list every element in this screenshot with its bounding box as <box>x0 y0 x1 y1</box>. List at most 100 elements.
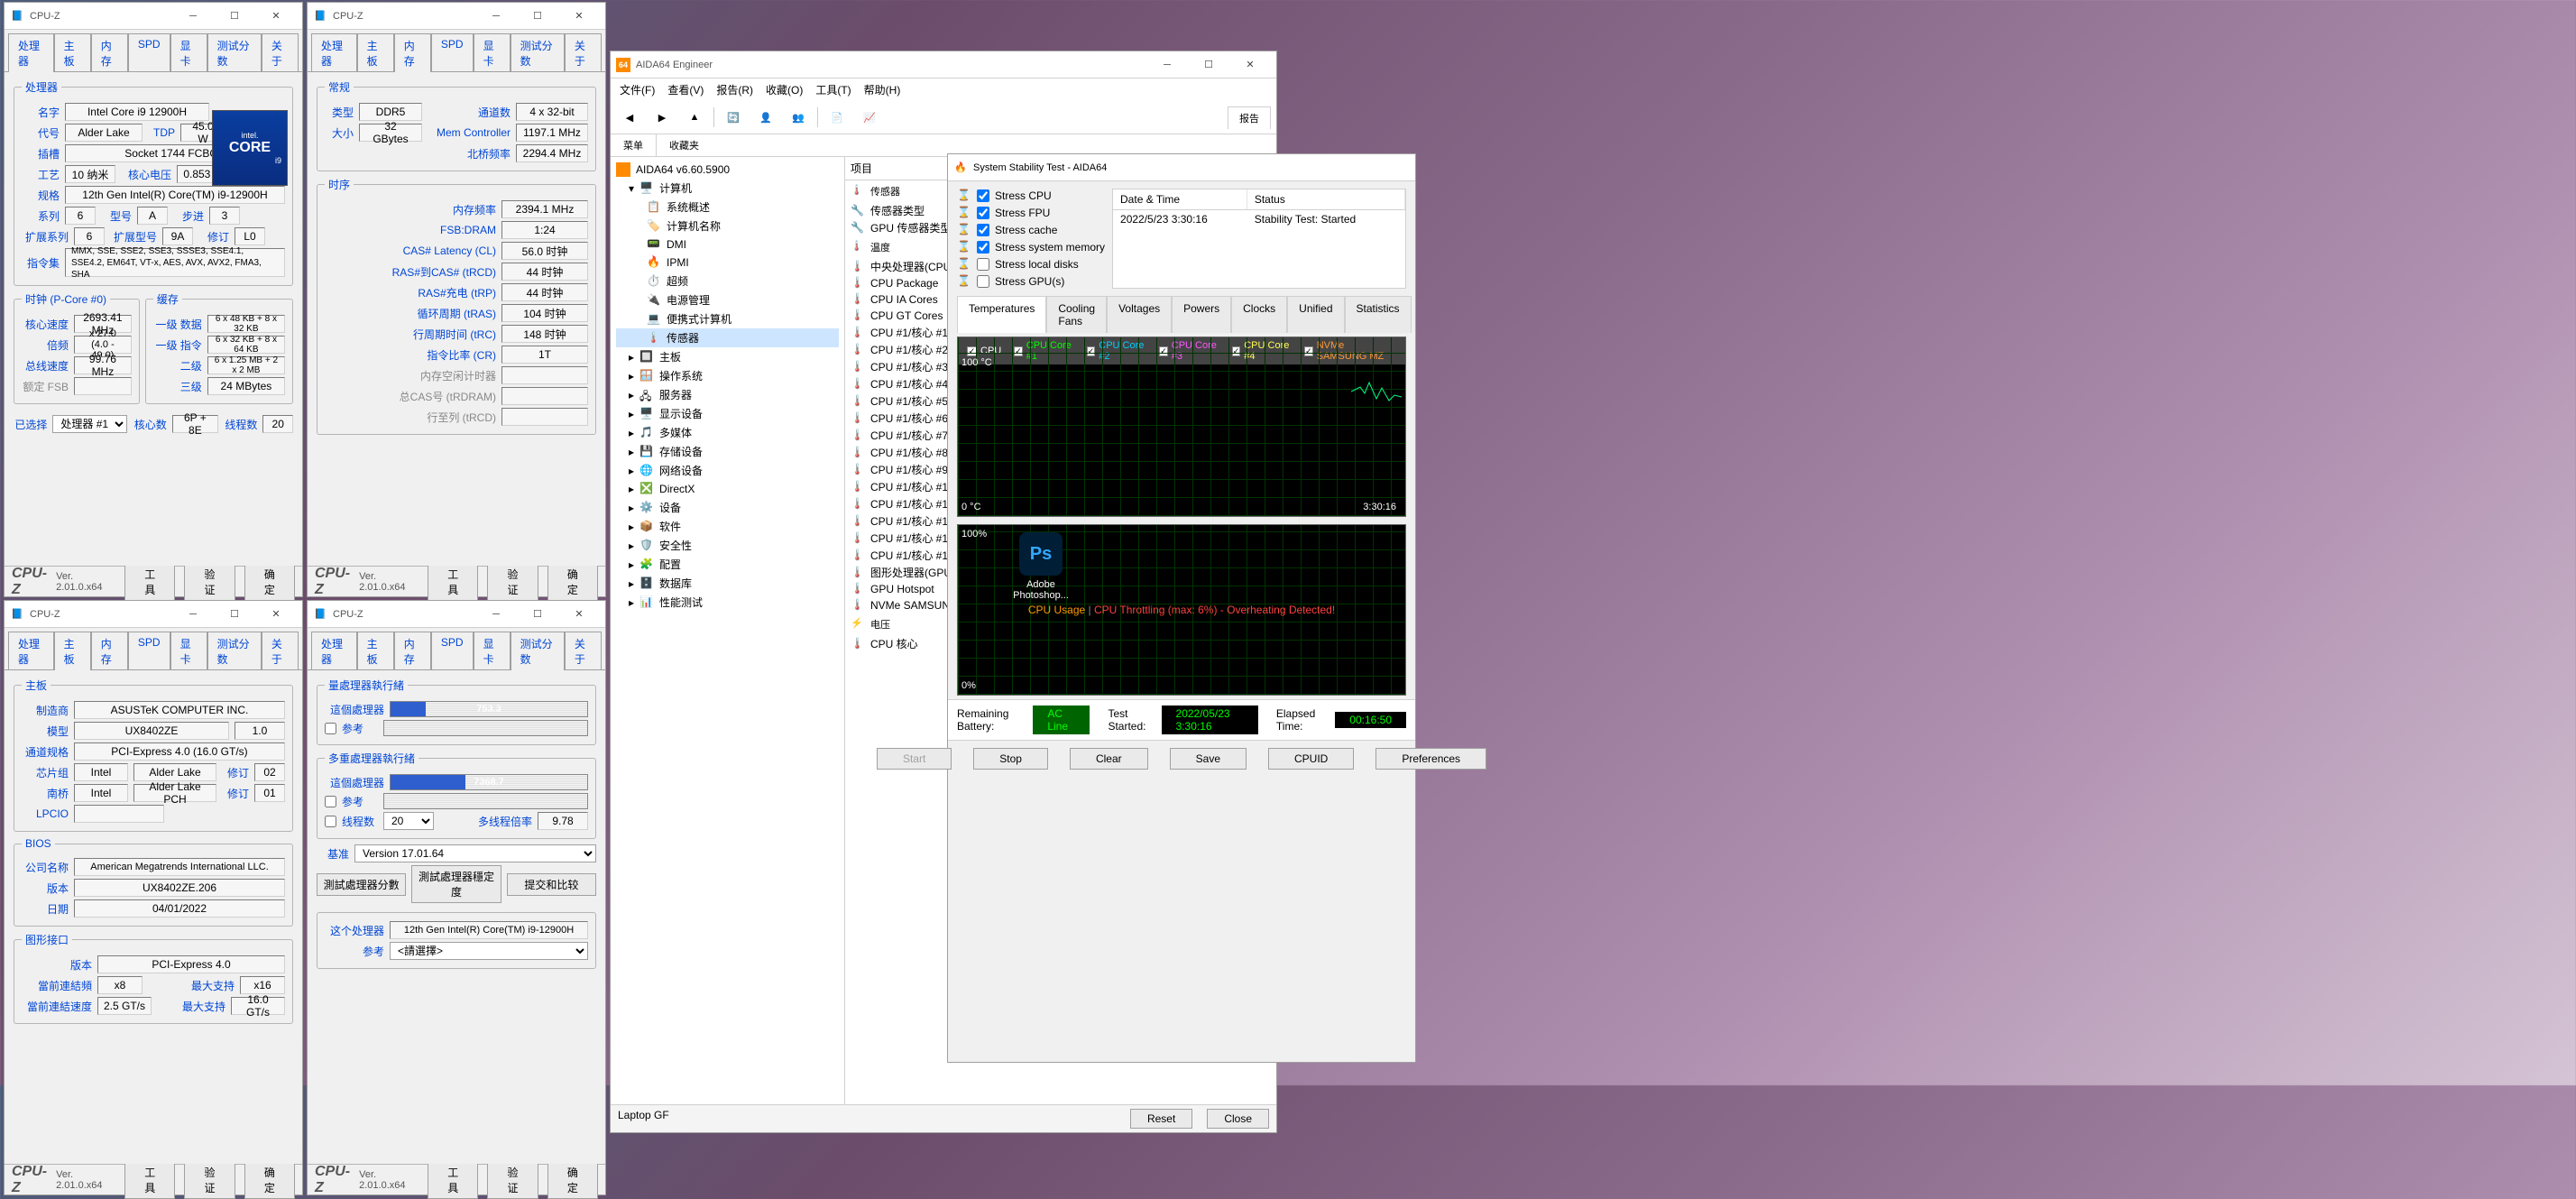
baseline-select[interactable]: Version 17.01.64 <box>354 844 596 862</box>
tab-内存[interactable]: 内存 <box>91 33 128 72</box>
clear-button[interactable]: Clear <box>1070 748 1148 770</box>
threads-select[interactable]: 20 <box>383 812 434 830</box>
sst-tab[interactable]: Unified <box>1287 296 1344 333</box>
stress-cpu-button[interactable]: 測試處理器穩定度 <box>411 865 501 903</box>
nav-tab-fav[interactable]: 收藏夹 <box>657 134 712 156</box>
menu-item[interactable]: 帮助(H) <box>864 82 901 97</box>
sst-tab[interactable]: Temperatures <box>957 296 1046 333</box>
tree-item[interactable]: ▸🛡️安全性 <box>616 536 839 555</box>
tree-item[interactable]: ▸📦软件 <box>616 517 839 536</box>
tree-item[interactable]: ▸🧩配置 <box>616 555 839 574</box>
tab-处理器[interactable]: 处理器 <box>311 632 357 670</box>
tree-item[interactable]: ▸⚙️设备 <box>616 498 839 517</box>
cpuid-button[interactable]: CPUID <box>1268 748 1354 770</box>
tree-item[interactable]: ▸🎵多媒体 <box>616 423 839 442</box>
expand-icon[interactable]: ▸ <box>629 465 634 477</box>
menu-item[interactable]: 报告(R) <box>716 82 753 97</box>
ok-button[interactable]: 确定 <box>547 563 598 601</box>
tree-item[interactable]: ⏱️超频 <box>616 272 839 291</box>
report-tab[interactable]: 报告 <box>1228 106 1271 129</box>
up-button[interactable]: ▲ <box>681 105 708 130</box>
tab-显卡[interactable]: 显卡 <box>474 632 511 670</box>
stress-checkbox[interactable] <box>977 258 989 271</box>
minimize-button[interactable]: ─ <box>475 601 517 628</box>
tree-item[interactable]: ▸🗄️数据库 <box>616 574 839 593</box>
start-button[interactable]: Start <box>877 748 952 770</box>
stress-check[interactable]: ⌛Stress cache <box>957 223 1105 237</box>
close-button[interactable]: ✕ <box>558 3 600 30</box>
preferences-button[interactable]: Preferences <box>1375 748 1486 770</box>
tab-内存[interactable]: 内存 <box>394 632 431 670</box>
back-button[interactable]: ◀ <box>616 105 643 130</box>
sst-tab[interactable]: Clocks <box>1231 296 1287 333</box>
tree-item[interactable]: ▸🌐网络设备 <box>616 461 839 480</box>
ok-button[interactable]: 确定 <box>244 563 295 601</box>
tab-测试分数[interactable]: 测试分数 <box>511 33 565 72</box>
ok-button[interactable]: 确定 <box>244 1161 295 1199</box>
tools-button[interactable]: 工具 <box>428 563 478 601</box>
nav-tab-menu[interactable]: 菜单 <box>611 134 657 156</box>
tree-item[interactable]: ▸📊性能测试 <box>616 593 839 612</box>
stress-check[interactable]: ⌛Stress CPU <box>957 189 1105 203</box>
tab-显卡[interactable]: 显卡 <box>170 33 207 72</box>
validate-button[interactable]: 验证 <box>184 1161 235 1199</box>
tree-item[interactable]: ▸💾存储设备 <box>616 442 839 461</box>
tree-item[interactable]: ▸🖥️显示设备 <box>616 404 839 423</box>
maximize-button[interactable]: ☐ <box>214 601 255 628</box>
expand-icon[interactable]: ▸ <box>629 596 634 609</box>
expand-icon[interactable]: ▸ <box>629 502 634 514</box>
expand-icon[interactable]: ▸ <box>629 483 634 495</box>
bench-cpu-button[interactable]: 測試處理器分數 <box>317 873 406 896</box>
tools-button[interactable]: 工具 <box>124 1161 175 1199</box>
menu-item[interactable]: 收藏(O) <box>766 82 803 97</box>
report-button[interactable]: 📄 <box>823 105 851 130</box>
maximize-button[interactable]: ☐ <box>214 3 255 30</box>
stress-checkbox[interactable] <box>977 241 989 254</box>
close-button[interactable]: ✕ <box>255 3 297 30</box>
stop-button[interactable]: Stop <box>973 748 1048 770</box>
expand-icon[interactable]: ▸ <box>629 521 634 533</box>
ref-checkbox[interactable] <box>325 796 336 807</box>
expand-icon[interactable]: ▸ <box>629 351 634 364</box>
minimize-button[interactable]: ─ <box>1146 51 1188 78</box>
tab-主板[interactable]: 主板 <box>54 632 91 670</box>
tree-item[interactable]: 🔥IPMI <box>616 254 839 272</box>
maximize-button[interactable]: ☐ <box>517 3 558 30</box>
tools-button[interactable]: 工具 <box>428 1161 478 1199</box>
tree-item[interactable]: 🔌电源管理 <box>616 291 839 309</box>
validate-button[interactable]: 验证 <box>487 563 538 601</box>
stress-checkbox[interactable] <box>977 207 989 219</box>
close-button[interactable]: Close <box>1207 1109 1269 1129</box>
validate-button[interactable]: 验证 <box>487 1161 538 1199</box>
tab-主板[interactable]: 主板 <box>54 33 91 72</box>
submit-compare-button[interactable]: 提交和比较 <box>507 873 596 896</box>
stress-check[interactable]: ⌛Stress FPU <box>957 206 1105 220</box>
stress-checkbox[interactable] <box>977 275 989 288</box>
tab-SPD[interactable]: SPD <box>431 632 474 670</box>
stress-check[interactable]: ⌛Stress GPU(s) <box>957 274 1105 289</box>
maximize-button[interactable]: ☐ <box>517 601 558 628</box>
tab-SPD[interactable]: SPD <box>128 632 170 670</box>
refresh-button[interactable]: 🔄 <box>720 105 747 130</box>
tree-item[interactable]: ▸🪟操作系统 <box>616 366 839 385</box>
tools-button[interactable]: 工具 <box>124 563 175 601</box>
close-button[interactable]: ✕ <box>255 601 297 628</box>
expand-icon[interactable]: ▸ <box>629 389 634 401</box>
tab-关于[interactable]: 关于 <box>262 33 299 72</box>
sst-tab[interactable]: Cooling Fans <box>1046 296 1107 333</box>
expand-icon[interactable]: ▸ <box>629 558 634 571</box>
menu-item[interactable]: 工具(T) <box>815 82 851 97</box>
tab-测试分数[interactable]: 测试分数 <box>207 632 262 670</box>
threads-checkbox[interactable] <box>325 816 336 827</box>
chart-icon[interactable]: 📈 <box>856 105 883 130</box>
menu-item[interactable]: 查看(V) <box>667 82 704 97</box>
expand-icon[interactable]: ▸ <box>629 370 634 383</box>
menu-item[interactable]: 文件(F) <box>620 82 655 97</box>
person2-button[interactable]: 👥 <box>785 105 812 130</box>
cpu-selector[interactable]: 处理器 #1 <box>52 415 127 433</box>
minimize-button[interactable]: ─ <box>172 3 214 30</box>
person1-button[interactable]: 👤 <box>752 105 779 130</box>
tab-处理器[interactable]: 处理器 <box>311 33 357 72</box>
tab-SPD[interactable]: SPD <box>128 33 170 72</box>
expand-icon[interactable]: ▸ <box>629 408 634 420</box>
